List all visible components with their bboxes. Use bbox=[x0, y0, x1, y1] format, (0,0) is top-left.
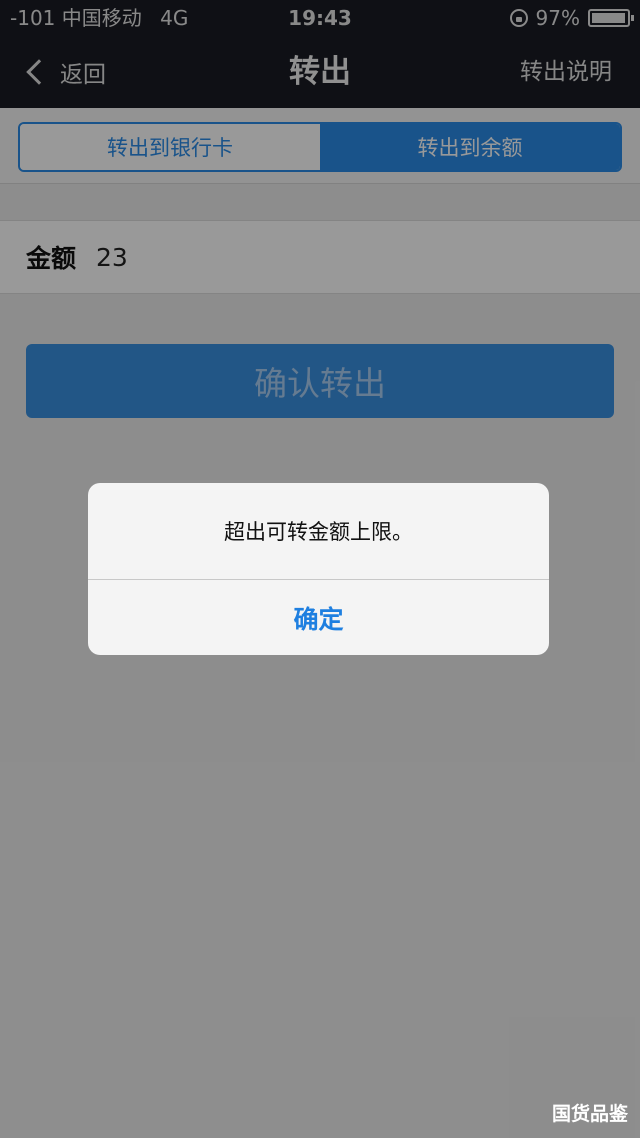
alert-dialog: 超出可转金额上限。 确定 bbox=[88, 483, 549, 655]
alert-ok-button[interactable]: 确定 bbox=[88, 580, 549, 655]
alert-message: 超出可转金额上限。 bbox=[88, 483, 549, 580]
watermark: 国货品鉴 bbox=[551, 1103, 628, 1125]
